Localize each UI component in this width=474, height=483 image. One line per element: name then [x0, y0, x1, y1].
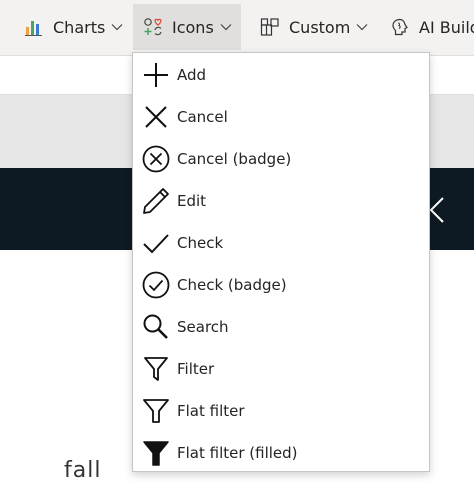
menu-item-label: Flat filter (filled) [177, 444, 298, 462]
charts-label: Charts [53, 17, 106, 37]
custom-icon [260, 18, 279, 36]
x-circle-icon [142, 145, 170, 173]
menu-item-filter[interactable]: Filter [133, 349, 429, 389]
menu-item-check[interactable]: Check [133, 223, 429, 263]
menu-item-label: Check [177, 234, 224, 252]
menu-item-label: Search [177, 318, 229, 336]
chevron-left-icon[interactable] [428, 196, 446, 224]
custom-menu-button[interactable]: Custom [260, 4, 368, 50]
menu-item-add[interactable]: Add [133, 55, 429, 95]
menu-item-cancel[interactable]: Cancel [133, 97, 429, 137]
icons-label: Icons [172, 17, 214, 37]
icons-icon [144, 18, 162, 36]
ribbon-toolbar: Charts Icons Custom AI Build [0, 0, 474, 56]
menu-item-label: Cancel [177, 108, 228, 126]
chevron-down-icon [356, 24, 368, 31]
ai-build-label: AI Build [419, 17, 474, 37]
icons-menu-button[interactable]: Icons [133, 4, 241, 50]
menu-item-check-badge[interactable]: Check (badge) [133, 265, 429, 305]
menu-item-flat-filter[interactable]: Flat filter [133, 391, 429, 431]
menu-item-label: Cancel (badge) [177, 150, 292, 168]
check-icon [143, 234, 169, 254]
menu-item-cancel-badge[interactable]: Cancel (badge) [133, 139, 429, 179]
menu-item-label: Edit [177, 192, 207, 210]
flat-filter-icon [143, 399, 169, 423]
check-circle-icon [142, 271, 170, 299]
magnifier-icon [143, 314, 168, 339]
x-icon [145, 106, 167, 128]
menu-item-edit[interactable]: Edit [133, 181, 429, 221]
ai-build-menu-button[interactable]: AI Build [390, 4, 474, 50]
plus-icon [144, 63, 168, 87]
menu-item-label: Filter [177, 360, 215, 378]
ai-brain-icon [392, 18, 408, 36]
menu-item-label: Check (badge) [177, 276, 287, 294]
menu-item-label: Add [177, 66, 207, 84]
filter-icon [144, 357, 168, 381]
flat-filter-filled-icon [143, 441, 169, 466]
charts-menu-button[interactable]: Charts [24, 4, 123, 50]
custom-label: Custom [289, 17, 351, 37]
menu-item-search[interactable]: Search [133, 307, 429, 347]
menu-item-label: Flat filter [177, 402, 245, 420]
pencil-icon [143, 188, 169, 214]
menu-item-flat-filter-filled[interactable]: Flat filter (filled) [133, 433, 429, 473]
icons-dropdown-menu: Add Cancel Cancel (badge) Edit Check Che… [132, 52, 430, 472]
chevron-down-icon [220, 24, 232, 31]
chart-icon [25, 21, 42, 36]
partial-page-text: fall [64, 458, 102, 483]
chevron-down-icon [111, 24, 123, 31]
